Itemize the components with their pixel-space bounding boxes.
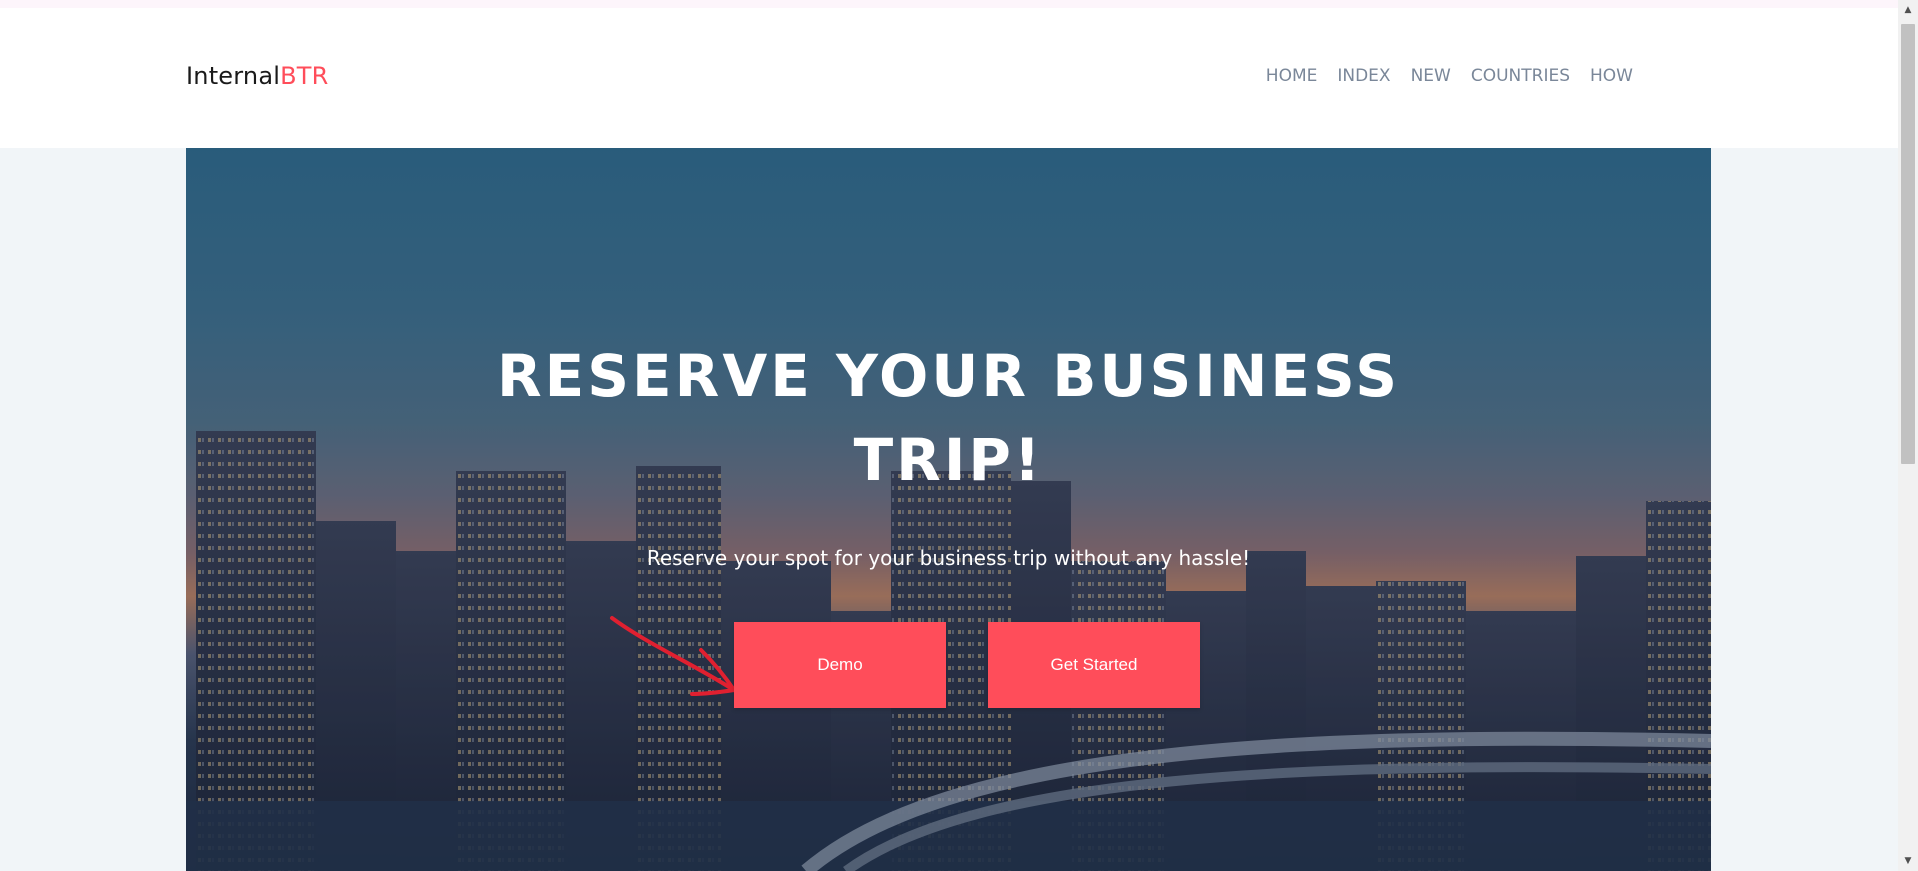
nav-item-how[interactable]: HOW bbox=[1590, 66, 1633, 86]
hero-title-line-2: TRIP! bbox=[853, 426, 1044, 494]
hero-title-line-1: RESERVE YOUR BUSINESS bbox=[497, 342, 1400, 410]
nav-item-countries[interactable]: COUNTRIES bbox=[1471, 66, 1570, 86]
scroll-down-icon[interactable]: ▼ bbox=[1898, 851, 1918, 871]
brand-accent: BTR bbox=[280, 62, 329, 90]
nav-item-new[interactable]: NEW bbox=[1411, 66, 1451, 86]
hero-subtitle: Reserve your spot for your business trip… bbox=[646, 546, 1251, 570]
hero-title: RESERVE YOUR BUSINESS TRIP! bbox=[186, 334, 1711, 502]
demo-button[interactable]: Demo bbox=[734, 622, 946, 708]
nav-item-home[interactable]: HOME bbox=[1266, 66, 1318, 86]
red-arrow-icon bbox=[610, 616, 736, 696]
brand-logo[interactable]: InternalBTR bbox=[186, 62, 329, 90]
scroll-up-icon[interactable]: ▲ bbox=[1898, 0, 1918, 20]
navbar: InternalBTR HOME INDEX NEW COUNTRIES HOW bbox=[0, 8, 1898, 148]
scroll-thumb[interactable] bbox=[1901, 24, 1915, 464]
get-started-button[interactable]: Get Started bbox=[988, 622, 1200, 708]
nav-item-index[interactable]: INDEX bbox=[1337, 66, 1390, 86]
hero-section: RESERVE YOUR BUSINESS TRIP! Reserve your… bbox=[186, 148, 1711, 871]
vertical-scrollbar[interactable]: ▲ ▼ bbox=[1898, 0, 1918, 871]
main-nav: HOME INDEX NEW COUNTRIES HOW bbox=[1266, 66, 1633, 86]
top-strip bbox=[0, 0, 1898, 8]
brand-prefix: Internal bbox=[186, 62, 281, 90]
hero-overlay bbox=[186, 148, 1711, 871]
